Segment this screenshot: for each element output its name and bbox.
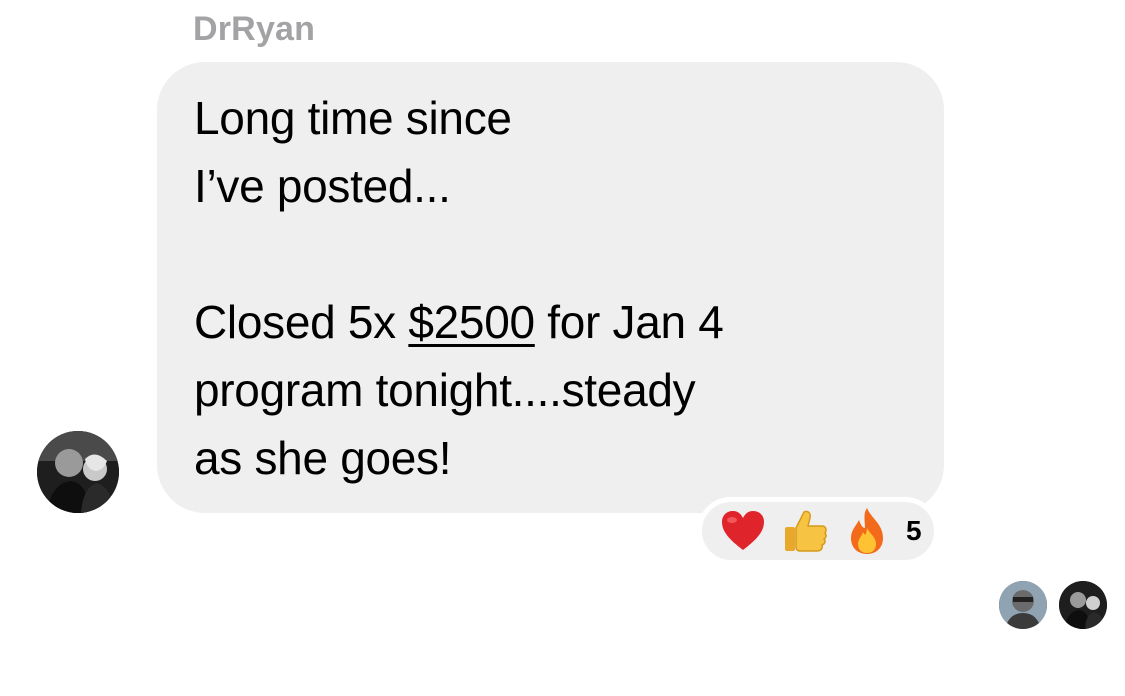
message-line-4: program tonight....steady xyxy=(194,364,696,416)
seen-avatar-2[interactable] xyxy=(1059,581,1107,629)
thumbs-up-icon xyxy=(780,506,830,556)
reaction-count: 5 xyxy=(906,515,922,546)
message-line-3-prefix: Closed 5x xyxy=(194,296,409,348)
seen-avatar-2-photo xyxy=(1059,581,1107,629)
reactions-pill[interactable]: 5 xyxy=(697,497,939,565)
heart-icon xyxy=(718,506,768,556)
fire-icon xyxy=(842,506,892,556)
amount-link[interactable]: $2500 xyxy=(408,296,535,348)
sender-name[interactable]: DrRyan xyxy=(193,10,315,49)
seen-avatar-1-photo xyxy=(999,581,1047,629)
sender-avatar[interactable] xyxy=(37,431,119,513)
seen-avatar-1[interactable] xyxy=(999,581,1047,629)
message-bubble[interactable]: Long time since I’ve posted... Closed 5x… xyxy=(157,62,944,513)
message-line-2: I’ve posted... xyxy=(194,160,451,212)
message-line-5: as she goes! xyxy=(194,432,452,484)
message-line-3: Closed 5x $2500 for Jan 4 xyxy=(194,288,914,356)
message-line-1: Long time since xyxy=(194,92,512,144)
message-line-3-suffix: for Jan 4 xyxy=(534,296,724,348)
seen-by-avatars[interactable] xyxy=(999,581,1109,631)
sender-avatar-photo xyxy=(37,431,119,513)
